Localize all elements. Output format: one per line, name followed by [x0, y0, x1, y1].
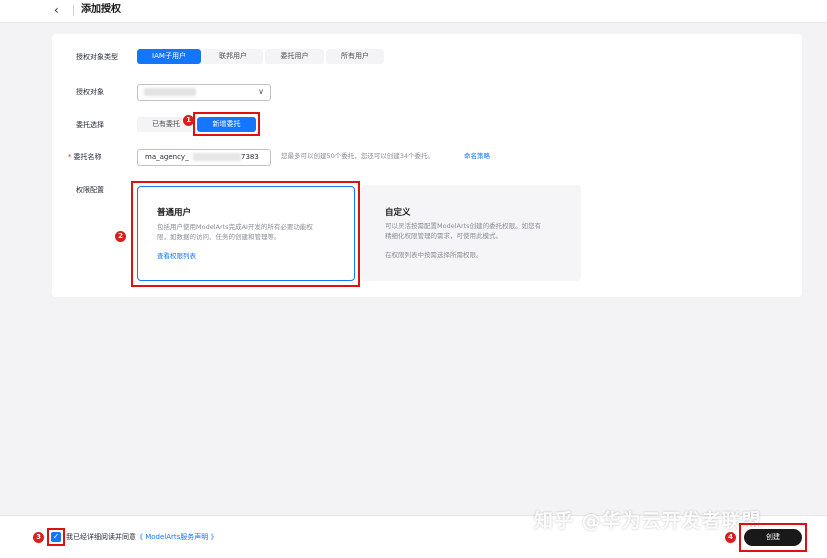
- required-mark: *: [68, 153, 72, 161]
- watermark: 知乎 @华为云开发者联盟: [534, 510, 762, 532]
- highlight-box-3: [47, 528, 65, 546]
- top-bar: ‹ 添加授权: [0, 0, 827, 23]
- agency-quota-hint: 您最多可以创建50个委托，您还可以创建34个委托。: [281, 152, 435, 160]
- permission-label: 权限配置: [76, 186, 104, 194]
- agree-text: 我已经详细阅读并同意《 ModelArts服务声明 》: [66, 532, 218, 542]
- agree-label: 我已经详细阅读并同意: [66, 533, 136, 541]
- target-select[interactable]: ∨: [137, 84, 271, 101]
- service-statement-link[interactable]: 《 ModelArts服务声明 》: [136, 533, 218, 541]
- chevron-down-icon: ∨: [258, 87, 264, 96]
- chevron-left-icon[interactable]: ‹: [54, 4, 59, 16]
- agency-name-prefix: ma_agency_: [145, 153, 189, 161]
- tab-all-users[interactable]: 所有用户: [326, 49, 384, 64]
- tab-iam-user[interactable]: IAM子用户: [137, 49, 201, 64]
- step-badge-2: 2: [115, 231, 126, 242]
- agency-name-input[interactable]: ma_agency_ 7383: [137, 149, 271, 166]
- agency-choice-label: 委托选择: [76, 121, 104, 129]
- title-divider: [73, 5, 74, 16]
- tab-federated-user[interactable]: 联邦用户: [203, 49, 263, 64]
- page-title: 添加授权: [81, 4, 121, 15]
- card-desc-line: 在权限列表中按需选择所需权限。: [385, 251, 483, 259]
- agency-name-label-text: 委托名称: [73, 153, 102, 161]
- card-title: 自定义: [385, 208, 411, 218]
- permission-card-custom[interactable]: 自定义 可以灵活按需配置ModelArts创建的委托权限。如您有 精细化权限管理…: [361, 185, 581, 281]
- step-badge-1: 1: [183, 115, 194, 126]
- step-badge-4: 4: [725, 532, 736, 543]
- highlight-box-1: [193, 112, 260, 136]
- blurred-value: [144, 88, 196, 96]
- target-label: 授权对象: [76, 88, 104, 96]
- agency-name-label: * 委托名称: [68, 152, 102, 162]
- card-desc-line: 精细化权限管理的需求，可使用此模式。: [385, 232, 502, 240]
- step-badge-3: 3: [33, 532, 44, 543]
- target-type-label: 授权对象类型: [76, 53, 118, 61]
- naming-policy-link[interactable]: 命名策略: [464, 152, 490, 161]
- highlight-box-2: [131, 181, 360, 287]
- agency-name-suffix: 7383: [241, 153, 259, 161]
- blurred-value: [193, 153, 241, 161]
- highlight-box-4: [739, 523, 807, 552]
- tab-agency-user[interactable]: 委托用户: [265, 49, 324, 64]
- card-desc-line: 可以灵活按需配置ModelArts创建的委托权限。如您有: [385, 222, 542, 230]
